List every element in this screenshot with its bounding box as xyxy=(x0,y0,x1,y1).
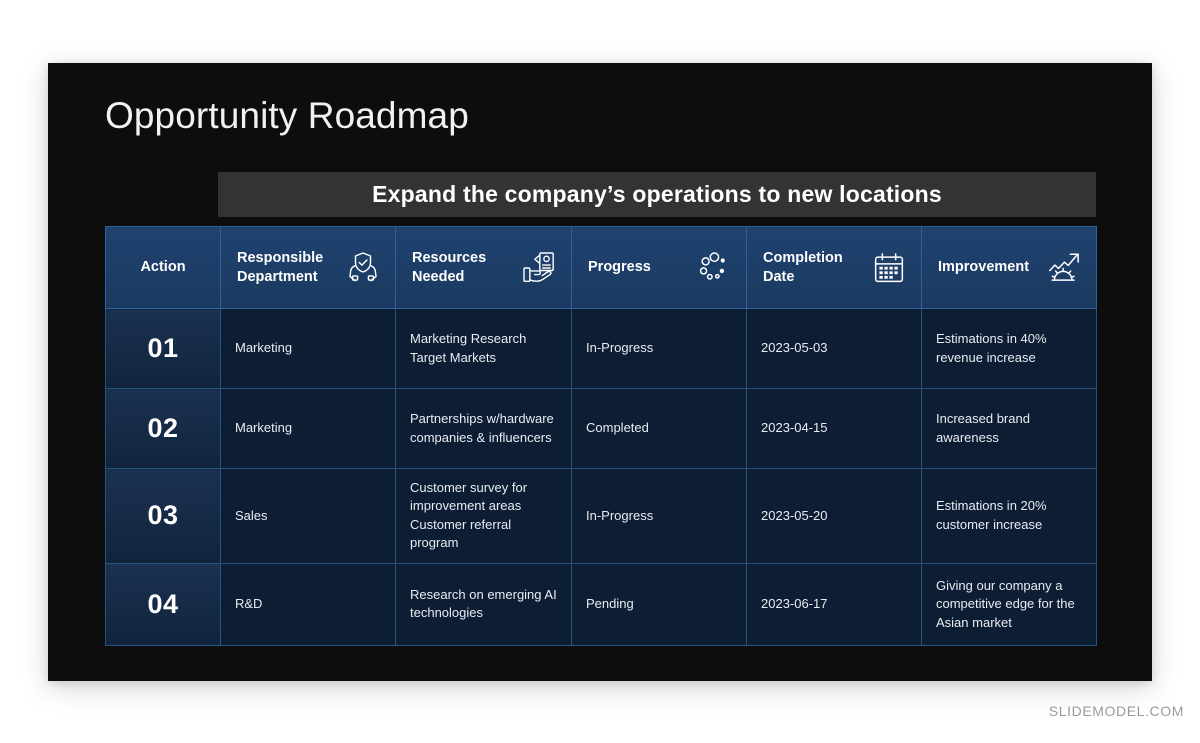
cell-resources: Customer survey for improvement areas Cu… xyxy=(395,468,572,564)
cell-text: In-Progress xyxy=(586,340,654,356)
table-row[interactable]: 03 Sales Customer survey for improvement… xyxy=(105,468,1097,564)
cell-text: Marketing Research Target Markets xyxy=(410,331,527,365)
banner-text: Expand the company’s operations to new l… xyxy=(372,181,942,207)
cell-text: Estimations in 40% revenue increase xyxy=(936,331,1047,365)
slide-canvas: Opportunity Roadmap Expand the company’s… xyxy=(48,63,1152,681)
cell-text: Partnerships w/hardware companies & infl… xyxy=(410,411,554,445)
column-header-responsible-department[interactable]: Responsible Department xyxy=(220,226,396,309)
cell-text: Estimations in 20% customer increase xyxy=(936,498,1047,532)
table-row[interactable]: 01 Marketing Marketing Research Target M… xyxy=(105,308,1097,389)
cell-text: Research on emerging AI technologies xyxy=(410,586,557,621)
cell-text: Giving our company a competitive edge fo… xyxy=(936,577,1075,630)
cell-action: 03 xyxy=(105,468,221,564)
column-header-progress[interactable]: Progress xyxy=(571,226,747,309)
cell-text: R&D xyxy=(235,596,263,612)
slide-subtitle-banner: Expand the company’s operations to new l… xyxy=(218,172,1096,217)
cell-text: 2023-06-17 xyxy=(761,596,828,612)
cell-department: Sales xyxy=(220,468,396,564)
column-header-label: Improvement xyxy=(938,259,1030,276)
cell-text: Increased brand awareness xyxy=(936,411,1030,445)
cell-text: In-Progress xyxy=(586,507,654,523)
column-header-resources-needed[interactable]: Resources Needed xyxy=(395,226,572,309)
watermark: SLIDEMODEL.COM xyxy=(1048,703,1184,719)
cell-improvement: Estimations in 20% customer increase xyxy=(921,468,1097,564)
cell-department: Marketing xyxy=(220,308,396,389)
action-number: 01 xyxy=(147,333,179,363)
table-header-row: Action Responsible Department Resources … xyxy=(105,226,1097,309)
cell-resources: Research on emerging AI technologies xyxy=(395,562,572,646)
progress-dots-icon xyxy=(694,248,734,288)
cell-completion-date: 2023-05-20 xyxy=(746,468,922,564)
cell-progress: Pending xyxy=(571,562,747,646)
cell-improvement: Increased brand awareness xyxy=(921,388,1097,469)
cell-resources: Marketing Research Target Markets xyxy=(395,308,572,389)
cell-completion-date: 2023-06-17 xyxy=(746,562,922,646)
column-header-label: Resources Needed xyxy=(412,250,487,285)
cell-text: Marketing xyxy=(235,420,293,436)
table-row[interactable]: 04 R&D Research on emerging AI technolog… xyxy=(105,562,1097,646)
cell-improvement: Estimations in 40% revenue increase xyxy=(921,308,1097,389)
cell-completion-date: 2023-05-03 xyxy=(746,308,922,389)
page-title: Opportunity Roadmap xyxy=(105,95,469,136)
growth-gear-icon xyxy=(1044,248,1084,288)
column-header-label: Action xyxy=(140,259,186,276)
column-header-completion-date[interactable]: Completion Date xyxy=(746,226,922,309)
cell-text: 2023-04-15 xyxy=(761,420,828,436)
table-row[interactable]: 02 Marketing Partnerships w/hardware com… xyxy=(105,388,1097,469)
column-header-action[interactable]: Action xyxy=(105,226,221,309)
action-number: 03 xyxy=(147,500,179,531)
calendar-icon xyxy=(869,248,909,288)
cell-text: Marketing xyxy=(235,340,293,356)
cell-text: 2023-05-20 xyxy=(761,507,828,523)
roadmap-table: Action Responsible Department Resources … xyxy=(105,226,1097,646)
cell-completion-date: 2023-04-15 xyxy=(746,388,922,469)
cell-action: 01 xyxy=(105,308,221,389)
shield-hands-icon xyxy=(343,248,383,288)
cell-department: R&D xyxy=(220,562,396,646)
cell-text: 2023-05-03 xyxy=(761,340,828,356)
cell-action: 02 xyxy=(105,388,221,469)
column-header-label: Progress xyxy=(588,259,651,276)
cell-text: Sales xyxy=(235,507,268,523)
cell-improvement: Giving our company a competitive edge fo… xyxy=(921,562,1097,646)
cell-resources: Partnerships w/hardware companies & infl… xyxy=(395,388,572,469)
action-number: 02 xyxy=(147,413,179,443)
cell-text: Pending xyxy=(586,596,634,612)
cell-text: Customer survey for improvement areas Cu… xyxy=(410,480,528,551)
cell-text: Completed xyxy=(586,420,649,436)
cell-progress: Completed xyxy=(571,388,747,469)
action-number: 04 xyxy=(147,588,179,619)
column-header-improvement[interactable]: Improvement xyxy=(921,226,1097,309)
cell-department: Marketing xyxy=(220,388,396,469)
cell-progress: In-Progress xyxy=(571,468,747,564)
column-header-label: Completion Date xyxy=(763,250,843,285)
cell-progress: In-Progress xyxy=(571,308,747,389)
cell-action: 04 xyxy=(105,562,221,646)
hand-card-icon xyxy=(519,248,559,288)
column-header-label: Responsible Department xyxy=(237,250,324,285)
